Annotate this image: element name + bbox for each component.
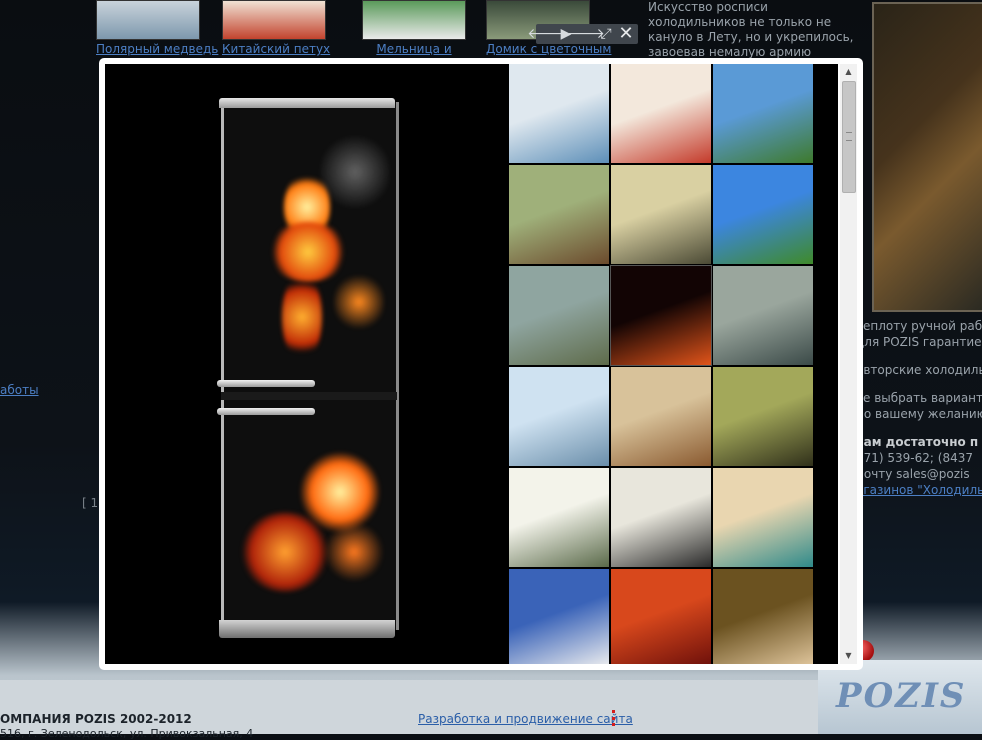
gallery-thumbnail-rooster[interactable]: [611, 64, 711, 163]
scrollbar-thumb[interactable]: [842, 81, 856, 193]
gallery-thumbnail-bamboo-green[interactable]: [713, 367, 813, 466]
gallery-thumbnail-bamboo-ink[interactable]: [611, 468, 711, 567]
lightbox-content: [105, 64, 838, 664]
lightbox-window: ▲ ▼: [99, 58, 863, 670]
bg-thumbnail-link[interactable]: Домик с цветочным: [486, 42, 611, 56]
bg-thumbnail[interactable]: Полярный медведь: [96, 0, 218, 56]
gallery-thumbnail-fire-flower[interactable]: [610, 265, 712, 366]
bg-pager: [ 1: [82, 496, 99, 510]
bg-thumbnail-link[interactable]: Китайский петух: [222, 42, 330, 56]
gallery-thumbnail-windmill[interactable]: [713, 64, 813, 163]
gallery-thumbnail-cottage[interactable]: [509, 165, 609, 264]
footer-dev-link[interactable]: Разработка и продвижение сайта: [418, 712, 633, 726]
gallery-thumbnail-flower-vase[interactable]: [509, 266, 609, 365]
gallery-thumbnail-ruins[interactable]: [611, 367, 711, 466]
bg-painting-image: [872, 2, 982, 312]
bg-article-lines: теплоту ручной раб для POZIS гарантие ав…: [856, 318, 982, 498]
bg-thumbnail[interactable]: Китайский петух: [222, 0, 330, 56]
gallery-thumbnail-stormy-sea[interactable]: [713, 266, 813, 365]
gallery-thumbnail-bamboo-light[interactable]: [509, 468, 609, 567]
pozis-logo[interactable]: POZIS: [818, 660, 982, 734]
bg-works-link[interactable]: аботы: [0, 383, 39, 397]
gallery-thumbnail-fire-bird[interactable]: [611, 569, 711, 664]
bg-thumbnail-image[interactable]: [362, 0, 466, 40]
gallery-thumbnail-sailing-ship[interactable]: [611, 165, 711, 264]
thumbnail-gallery: [509, 64, 815, 664]
bg-thumbnail[interactable]: Мельница и: [362, 0, 466, 56]
bg-article-line: авторские холодиль: [856, 363, 982, 377]
close-icon[interactable]: ✕: [616, 24, 636, 44]
next-arrow-icon[interactable]: 🡒: [567, 24, 605, 44]
dev-logo-icon[interactable]: [612, 710, 618, 726]
bg-article-line: для POZIS гарантие: [856, 335, 982, 349]
scroll-up-icon[interactable]: ▲: [840, 64, 857, 80]
lightbox-controls: 🡐 ▶ 🡒 ⤢ ✕: [527, 24, 638, 44]
gallery-thumbnail-leprechaun[interactable]: [713, 468, 813, 567]
bg-article-line: теплоту ручной раб: [856, 319, 982, 333]
bg-article-line: по вашему желанию: [856, 407, 982, 421]
bg-article-line: вам достаточно п: [856, 435, 979, 449]
scroll-down-icon[interactable]: ▼: [840, 648, 857, 664]
gallery-thumbnail-lighthouse[interactable]: [713, 165, 813, 264]
fullscreen-icon[interactable]: ⤢: [596, 24, 616, 44]
prev-arrow-icon[interactable]: 🡐: [527, 24, 565, 44]
bg-article-line: те выбрать вариант з: [856, 391, 982, 405]
gallery-thumbnail-ice-ship[interactable]: [509, 367, 609, 466]
bg-thumbnail-image[interactable]: [96, 0, 200, 40]
scrollbar[interactable]: ▲ ▼: [840, 64, 857, 664]
gallery-thumbnail-polar-bear[interactable]: [509, 64, 609, 163]
bg-article-line: почту sales@pozis: [856, 467, 970, 481]
bg-article-line[interactable]: агазинов "Холодиль: [856, 482, 982, 498]
fridge-preview-image: [217, 96, 399, 638]
gallery-thumbnail-girl-grapes[interactable]: [713, 569, 813, 664]
gallery-thumbnail-cartoon-diver[interactable]: [509, 569, 609, 664]
bg-thumbnail-link[interactable]: Мельница и: [362, 42, 466, 56]
bg-thumbnail-link[interactable]: Полярный медведь: [96, 42, 218, 56]
footer-copyright: ОМПАНИЯ POZIS 2002-2012: [0, 712, 192, 726]
bg-article-line: 371) 539-62; (8437: [856, 451, 973, 465]
bg-thumbnail-image[interactable]: [222, 0, 326, 40]
